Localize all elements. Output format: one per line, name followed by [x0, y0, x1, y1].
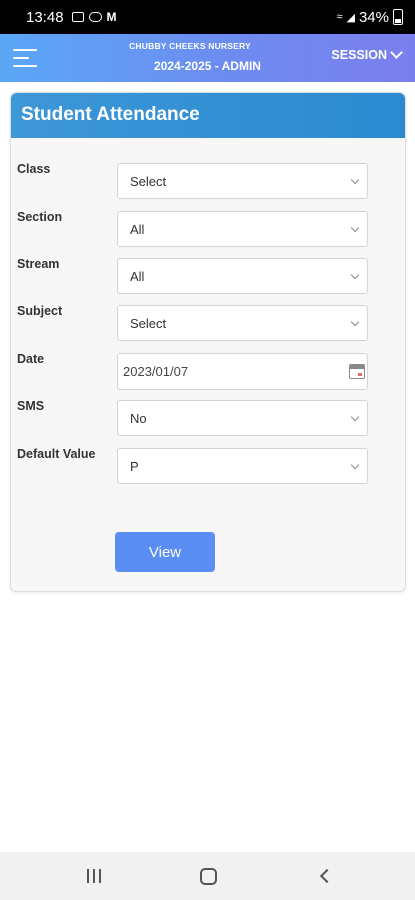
cast-icon	[88, 12, 102, 22]
battery-icon	[393, 9, 403, 25]
section-label: Section	[17, 210, 63, 224]
section-value: All	[130, 222, 145, 237]
date-label: Date	[17, 352, 45, 366]
gmail-icon: M	[106, 10, 117, 24]
status-right: ≈ ◢ 34%	[336, 9, 403, 26]
chevron-down-icon	[350, 412, 360, 422]
session-label: SESSION	[331, 48, 387, 62]
calendar-icon[interactable]	[349, 364, 365, 379]
stream-row: Stream All	[11, 257, 407, 294]
chevron-down-icon	[390, 46, 403, 59]
gallery-icon	[71, 12, 84, 22]
default-value-row: Default Value P	[11, 447, 407, 484]
sms-label: SMS	[17, 399, 45, 413]
chevron-down-icon	[350, 270, 360, 280]
subject-label: Subject	[17, 304, 63, 318]
default-value-value: P	[130, 459, 139, 474]
default-value-label: Default Value	[17, 447, 96, 461]
session-dropdown[interactable]: SESSION	[331, 46, 403, 62]
wifi-call-icon: ≈	[336, 11, 343, 23]
stream-select[interactable]: All	[117, 258, 368, 294]
signal-icon: ◢	[346, 11, 355, 24]
subject-select[interactable]: Select	[117, 305, 368, 341]
view-button[interactable]: View	[115, 532, 215, 572]
class-value: Select	[130, 174, 167, 189]
battery-percent: 34%	[358, 8, 389, 26]
recents-icon[interactable]	[86, 869, 102, 883]
school-name: CHUBBY CHEEKS NURSERY	[129, 41, 251, 51]
home-icon[interactable]	[200, 868, 217, 885]
sms-value: No	[130, 411, 147, 426]
subject-row: Subject Select	[11, 304, 407, 341]
chevron-down-icon	[350, 223, 360, 233]
class-label: Class	[17, 162, 51, 176]
default-value-select[interactable]: P	[117, 448, 368, 484]
date-row: Date 2023/01/07	[11, 352, 407, 390]
status-bar: 13:48 M ≈ ◢ 34%	[0, 0, 415, 34]
system-nav-bar	[0, 852, 415, 900]
subject-value: Select	[130, 316, 167, 331]
stream-label: Stream	[17, 257, 60, 271]
attendance-card: Student Attendance Class Select Section …	[10, 92, 406, 592]
app-header: CHUBBY CHEEKS NURSERY 2024-2025 - ADMIN …	[0, 34, 415, 82]
chevron-down-icon	[350, 460, 360, 470]
status-left: 13:48 M	[26, 9, 117, 26]
sms-row: SMS No	[11, 399, 407, 436]
class-row: Class Select	[11, 162, 407, 199]
stream-value: All	[130, 269, 145, 284]
sms-select[interactable]: No	[117, 400, 368, 436]
chevron-down-icon	[350, 317, 360, 327]
chevron-down-icon	[350, 175, 360, 185]
section-row: Section All	[11, 210, 407, 247]
date-input[interactable]: 2023/01/07	[117, 353, 368, 390]
date-value: 2023/01/07	[123, 364, 189, 379]
class-select[interactable]: Select	[117, 163, 368, 199]
status-time: 13:48	[26, 8, 64, 26]
card-title: Student Attendance	[11, 93, 405, 138]
notification-icons: M	[71, 10, 117, 24]
back-icon[interactable]	[319, 868, 335, 884]
section-select[interactable]: All	[117, 211, 368, 247]
